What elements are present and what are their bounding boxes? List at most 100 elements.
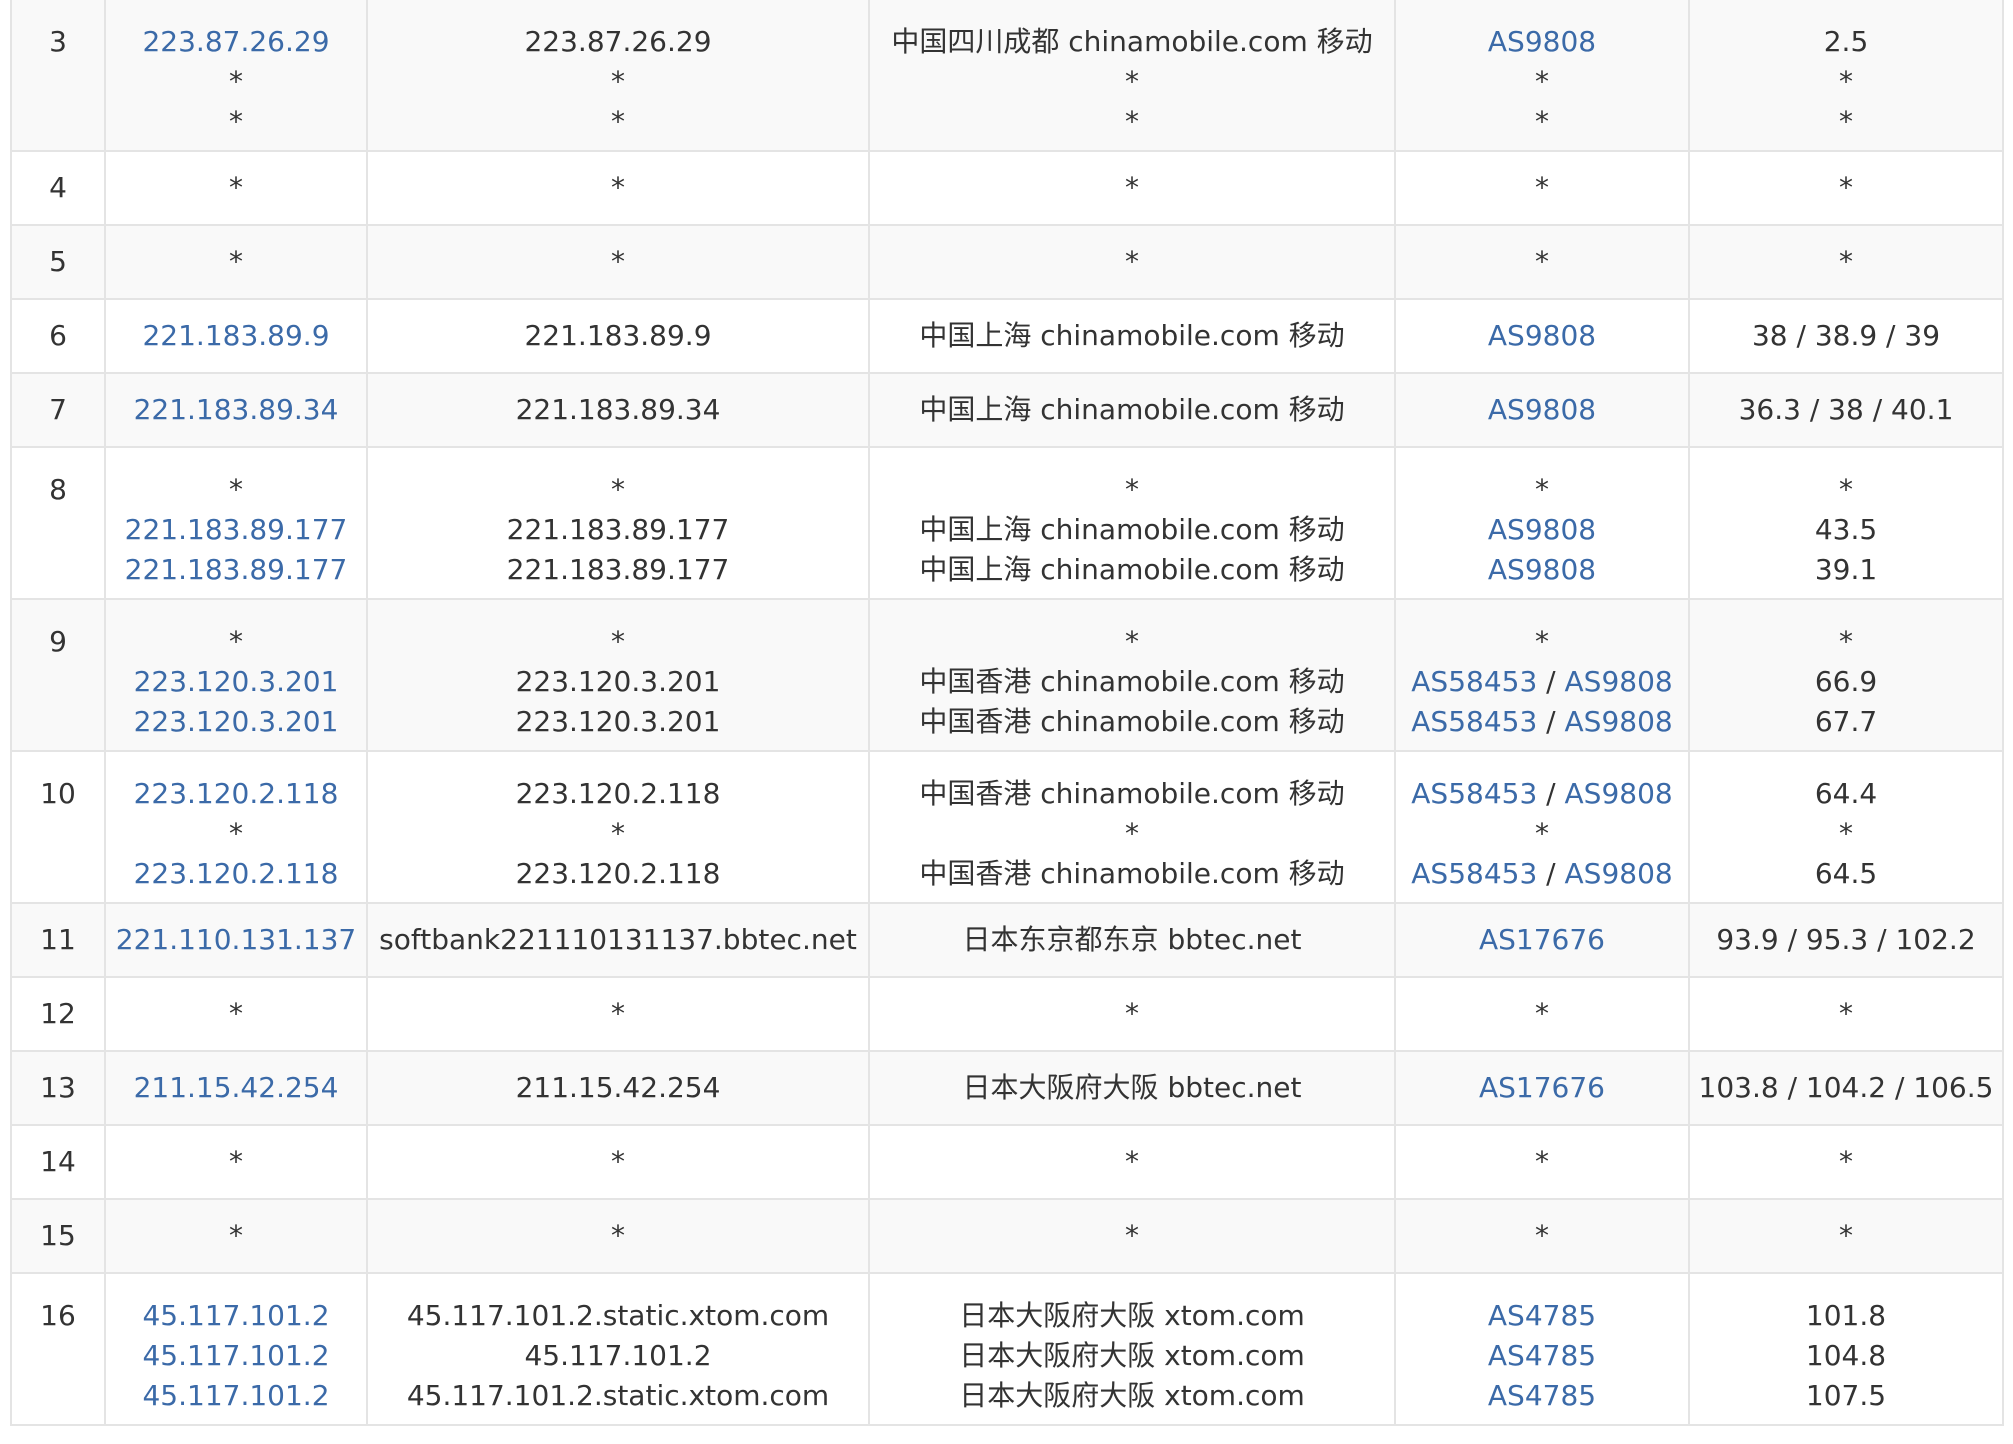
asn-timeout: * [1535,171,1549,204]
asn-link[interactable]: AS9808 [1488,393,1596,426]
ip-address-link[interactable]: 221.183.89.177 [107,550,365,590]
hop-number: 11 [40,923,76,956]
asn-line: * [1397,1142,1687,1182]
ip-address-cell: 211.15.42.254 [104,1050,368,1126]
hop-number: 3 [49,25,67,58]
ip-address-link[interactable]: 223.120.3.201 [107,662,365,702]
asn-timeout: * [1535,817,1549,850]
asn-link[interactable]: AS9808 [1565,857,1673,890]
latency-value: 66.9 [1814,665,1878,698]
asn-line: AS4785 [1397,1336,1687,1376]
hop-number-cell: 4 [10,150,106,226]
hostname-cell: * [366,1198,870,1274]
hop-number: 4 [49,171,67,204]
asn-link[interactable]: AS17676 [1479,1071,1605,1104]
latency-value: 64.5 [1814,857,1878,890]
hostname-cell: * 221.183.89.177 221.183.89.177 [366,446,870,600]
ip-address-link[interactable]: 221.183.89.34 [107,390,365,430]
hostname-text: softbank221110131137.bbtec.net [379,923,857,956]
latency-cell: 93.9 / 95.3 / 102.2 [1688,902,2004,978]
asn-timeout: * [1535,1219,1549,1252]
table-row: 3 223.87.26.29 * * 223.87.26.29 * * 中国四川成都 chin… [10,0,2004,152]
location-cell: 日本大阪府大阪 bbtec.net [868,1050,1396,1126]
location-text: 日本大阪府大阪 xtom.com [959,1299,1305,1332]
asn-link[interactable]: AS9808 [1565,777,1673,810]
location-text: 日本东京都东京 bbtec.net [962,923,1302,956]
ip-address-timeout: * [229,245,243,278]
ip-address-cell: * [104,150,368,226]
asn-link[interactable]: AS9808 [1565,665,1673,698]
latency-timeout: * [1839,997,1853,1030]
ip-address-link[interactable]: 221.110.131.137 [107,920,365,960]
hostname-text: 223.120.3.201 [515,705,721,738]
location-cell: 中国上海 chinamobile.com 移动 [868,298,1396,374]
location-cell: 中国上海 chinamobile.com 移动 [868,372,1396,448]
hop-number-cell: 6 [10,298,106,374]
asn-link[interactable]: AS4785 [1488,1379,1596,1412]
asn-line: AS9808 [1397,390,1687,430]
asn-timeout: * [1535,473,1549,506]
asn-line: * [1397,994,1687,1034]
asn-cell: * [1394,1198,1690,1274]
asn-link[interactable]: AS58453 [1411,857,1537,890]
location-cell: * [868,150,1396,226]
asn-link[interactable]: AS9808 [1488,513,1596,546]
asn-link[interactable]: AS58453 [1411,665,1537,698]
latency-timeout: * [1839,171,1853,204]
asn-link[interactable]: AS9808 [1488,553,1596,586]
ip-address-cell: 223.87.26.29 * * [104,0,368,152]
ip-address-cell: 221.183.89.34 [104,372,368,448]
location-text: 中国四川成都 chinamobile.com 移动 [891,25,1373,58]
location-timeout: * [1125,65,1139,98]
asn-link[interactable]: AS9808 [1488,25,1596,58]
ip-address-link[interactable]: 45.117.101.2 [107,1336,365,1376]
ip-address-cell: 221.110.131.137 [104,902,368,978]
asn-link[interactable]: AS17676 [1479,923,1605,956]
asn-cell: AS9808 [1394,372,1690,448]
hostname-timeout: * [611,817,625,850]
ip-address-link[interactable]: 223.120.2.118 [107,854,365,894]
latency-value: 107.5 [1805,1379,1887,1412]
hostname-timeout: * [611,245,625,278]
ip-address-link[interactable]: 45.117.101.2 [107,1376,365,1416]
location-cell: 中国四川成都 chinamobile.com 移动 * * [868,0,1396,152]
hostname-text: 221.183.89.34 [515,393,721,426]
ip-address-link[interactable]: 223.87.26.29 [107,22,365,62]
asn-link[interactable]: AS4785 [1488,1339,1596,1372]
latency-timeout: * [1839,65,1853,98]
latency-cell: 103.8 / 104.2 / 106.5 [1688,1050,2004,1126]
latency-cell: 101.8 104.8 107.5 [1688,1272,2004,1426]
asn-link[interactable]: AS9808 [1488,319,1596,352]
hop-number: 10 [40,777,76,810]
asn-separator: / [1537,857,1565,890]
location-timeout: * [1125,171,1139,204]
hostname-text: 221.183.89.177 [506,513,730,546]
latency-timeout: * [1839,245,1853,278]
table-row: 8 * 221.183.89.177 221.183.89.177 * 221.183.8… [10,446,2004,600]
asn-cell: * [1394,976,1690,1052]
asn-link[interactable]: AS4785 [1488,1299,1596,1332]
ip-address-link[interactable]: 45.117.101.2 [107,1296,365,1336]
location-timeout: * [1125,473,1139,506]
hostname-text: 221.183.89.9 [524,319,712,352]
asn-line: * [1397,470,1687,510]
asn-link[interactable]: AS58453 [1411,705,1537,738]
ip-address-link[interactable]: 223.120.2.118 [107,774,365,814]
table-row: 11 221.110.131.137 softbank221110131137.bb… [10,902,2004,978]
hop-number-cell: 10 [10,750,106,904]
asn-link[interactable]: AS9808 [1565,705,1673,738]
asn-line: * [1397,62,1687,102]
location-text: 中国香港 chinamobile.com 移动 [919,705,1345,738]
ip-address-link[interactable]: 211.15.42.254 [107,1068,365,1108]
hop-number: 8 [49,473,67,506]
ip-address-cell: * [104,1198,368,1274]
ip-address-link[interactable]: 221.183.89.177 [107,510,365,550]
asn-timeout: * [1535,245,1549,278]
asn-link[interactable]: AS58453 [1411,777,1537,810]
location-text: 中国香港 chinamobile.com 移动 [919,777,1345,810]
ip-address-link[interactable]: 223.120.3.201 [107,702,365,742]
latency-value: 64.4 [1814,777,1878,810]
hostname-text: 223.120.2.118 [515,777,721,810]
hostname-cell: softbank221110131137.bbtec.net [366,902,870,978]
ip-address-link[interactable]: 221.183.89.9 [107,316,365,356]
